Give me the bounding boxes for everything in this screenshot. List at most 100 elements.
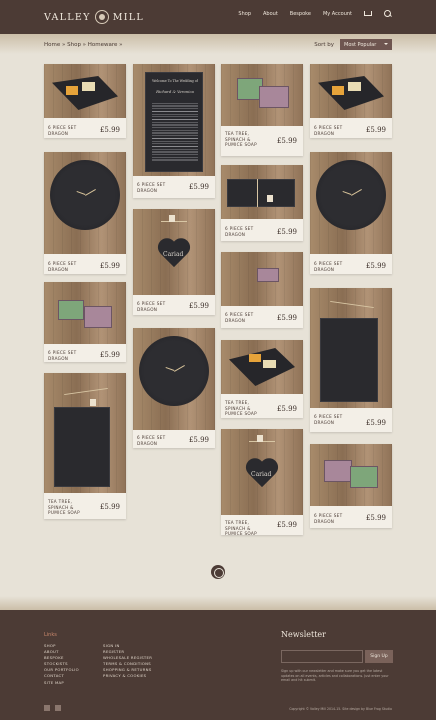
heart-label: Cariad	[251, 471, 272, 478]
site-header: VALLEY MILL Shop About Bespoke My Accoun…	[0, 0, 436, 34]
board-couple-text: Richard & Veronica	[156, 89, 194, 94]
product-card[interactable]: 6 PIECE SET DRAGON £5.99	[310, 152, 392, 274]
product-price: £5.99	[99, 503, 120, 511]
product-image[interactable]	[310, 444, 392, 506]
product-name[interactable]: 6 PIECE SET DRAGON	[314, 125, 354, 136]
footer-link[interactable]: SITE MAP	[44, 680, 79, 686]
product-card[interactable]: 6 PIECE SET DRAGON £5.99	[221, 165, 303, 241]
product-price: £5.99	[276, 314, 297, 322]
product-image[interactable]	[44, 64, 126, 118]
heart-label: Cariad	[163, 251, 184, 258]
product-card[interactable]: 6 PIECE SET DRAGON £5.99	[44, 282, 126, 362]
product-card[interactable]: TEA TREE, SPINACH & PUMICE SOAP £5.99	[221, 64, 303, 156]
product-price: £5.99	[188, 436, 209, 444]
product-name[interactable]: 6 PIECE SET DRAGON	[225, 312, 265, 323]
site-footer: Links SHOP ABOUT BESPOKE STOCKISTS OUR P…	[0, 610, 436, 720]
product-image[interactable]	[310, 152, 392, 254]
product-name[interactable]: 6 PIECE SET DRAGON	[137, 301, 177, 312]
product-card[interactable]: Welcome To The Wedding of Richard & Vero…	[133, 64, 215, 198]
product-price: £5.99	[365, 262, 386, 270]
product-image[interactable]	[44, 282, 126, 344]
product-name[interactable]: TEA TREE, SPINACH & PUMICE SOAP	[48, 499, 88, 516]
breadcrumb[interactable]: Home » Shop » Homeware »	[44, 42, 123, 48]
product-name[interactable]: 6 PIECE SET DRAGON	[48, 125, 88, 136]
product-card[interactable]: 6 PIECE SET DRAGON £5.99	[310, 444, 392, 528]
product-name[interactable]: 6 PIECE SET DRAGON	[48, 261, 88, 272]
newsletter-description: Sign up with our newsletter and make sur…	[281, 669, 389, 682]
product-image[interactable]	[44, 373, 126, 493]
product-image[interactable]: Cariad	[221, 429, 303, 515]
newsletter-title: Newsletter	[281, 630, 326, 639]
footer-wood-strip	[0, 596, 436, 610]
product-price: £5.99	[276, 228, 297, 236]
product-card[interactable]: 6 PIECE SET DRAGON £5.99	[310, 64, 392, 138]
product-price: £5.99	[365, 126, 386, 134]
sort-selected-value: Most Popular	[344, 41, 377, 48]
copyright: Copyright © Valley Mill 2014-15. Site de…	[289, 707, 392, 711]
product-image[interactable]	[221, 340, 303, 394]
nav-about[interactable]: About	[263, 11, 278, 17]
cart-icon[interactable]	[364, 10, 372, 18]
product-name[interactable]: 6 PIECE SET DRAGON	[48, 350, 88, 361]
sort-label: Sort by	[314, 41, 334, 48]
nav-bespoke[interactable]: Bespoke	[290, 11, 311, 17]
product-image[interactable]: Cariad	[133, 209, 215, 295]
product-image[interactable]	[44, 152, 126, 254]
sort-control: Sort by Most Popular	[314, 39, 392, 50]
product-card[interactable]: Cariad 6 PIECE SET DRAGON £5.99	[133, 209, 215, 315]
product-name[interactable]: 6 PIECE SET DRAGON	[137, 182, 177, 193]
product-name[interactable]: TEA TREE, SPINACH & PUMICE SOAP	[225, 520, 265, 537]
logo-text-right: MILL	[112, 11, 145, 23]
signup-button[interactable]: Sign Up	[365, 650, 393, 663]
nav-my-account[interactable]: My Account	[323, 11, 352, 17]
product-name[interactable]: 6 PIECE SET DRAGON	[314, 414, 354, 425]
product-name[interactable]: 6 PIECE SET DRAGON	[225, 226, 265, 237]
product-image[interactable]	[221, 252, 303, 306]
product-card[interactable]: 6 PIECE SET DRAGON £5.99	[221, 252, 303, 328]
product-image[interactable]	[221, 64, 303, 126]
main-nav: Shop About Bespoke My Account	[238, 10, 392, 18]
search-icon[interactable]	[384, 10, 392, 18]
footer-links-heading: Links	[44, 632, 57, 638]
footer-link[interactable]: PRIVACY & COOKIES	[103, 673, 152, 679]
product-card[interactable]: Cariad TEA TREE, SPINACH & PUMICE SOAP £…	[221, 429, 303, 537]
sort-select[interactable]: Most Popular	[340, 39, 392, 50]
nav-shop[interactable]: Shop	[238, 11, 251, 17]
product-card[interactable]: 6 PIECE SET DRAGON £5.99	[44, 152, 126, 274]
product-price: £5.99	[99, 262, 120, 270]
product-price: £5.99	[99, 126, 120, 134]
product-card[interactable]: 6 PIECE SET DRAGON £5.99	[310, 288, 392, 432]
product-price: £5.99	[188, 183, 209, 191]
twitter-icon[interactable]	[44, 705, 50, 711]
product-name[interactable]: TEA TREE, SPINACH & PUMICE SOAP	[225, 400, 265, 417]
logo-text-left: VALLEY	[44, 11, 91, 23]
product-name[interactable]: TEA TREE, SPINACH & PUMICE SOAP	[225, 131, 265, 148]
load-more-icon[interactable]	[211, 565, 225, 579]
product-image[interactable]: Welcome To The Wedding of Richard & Vero…	[133, 64, 215, 176]
product-image[interactable]	[221, 165, 303, 219]
product-image[interactable]	[310, 64, 392, 118]
newsletter-email-input[interactable]	[281, 650, 363, 663]
product-price: £5.99	[99, 351, 120, 359]
footer-links-col2: SIGN IN REGISTER WHOLESALE REGISTER TERM…	[103, 643, 152, 680]
product-price: £5.99	[365, 514, 386, 522]
product-card[interactable]: TEA TREE, SPINACH & PUMICE SOAP £5.99	[44, 373, 126, 519]
product-card[interactable]: 6 PIECE SET DRAGON £5.99	[133, 328, 215, 448]
footer-links-col1: SHOP ABOUT BESPOKE STOCKISTS OUR PORTFOL…	[44, 643, 79, 686]
product-name[interactable]: 6 PIECE SET DRAGON	[137, 435, 177, 446]
product-price: £5.99	[365, 419, 386, 427]
mill-wheel-icon	[94, 10, 109, 24]
facebook-icon[interactable]	[55, 705, 61, 711]
board-welcome-text: Welcome To The Wedding of	[152, 79, 198, 83]
product-name[interactable]: 6 PIECE SET DRAGON	[314, 513, 354, 524]
product-image[interactable]	[133, 328, 215, 430]
product-name[interactable]: 6 PIECE SET DRAGON	[314, 261, 354, 272]
social-links	[44, 705, 61, 711]
product-price: £5.99	[276, 405, 297, 413]
product-card[interactable]: TEA TREE, SPINACH & PUMICE SOAP £5.99	[221, 340, 303, 418]
logo[interactable]: VALLEY MILL	[44, 8, 144, 26]
product-image[interactable]	[310, 288, 392, 408]
product-card[interactable]: 6 PIECE SET DRAGON £5.99	[44, 64, 126, 138]
product-price: £5.99	[276, 137, 297, 145]
product-price: £5.99	[188, 302, 209, 310]
